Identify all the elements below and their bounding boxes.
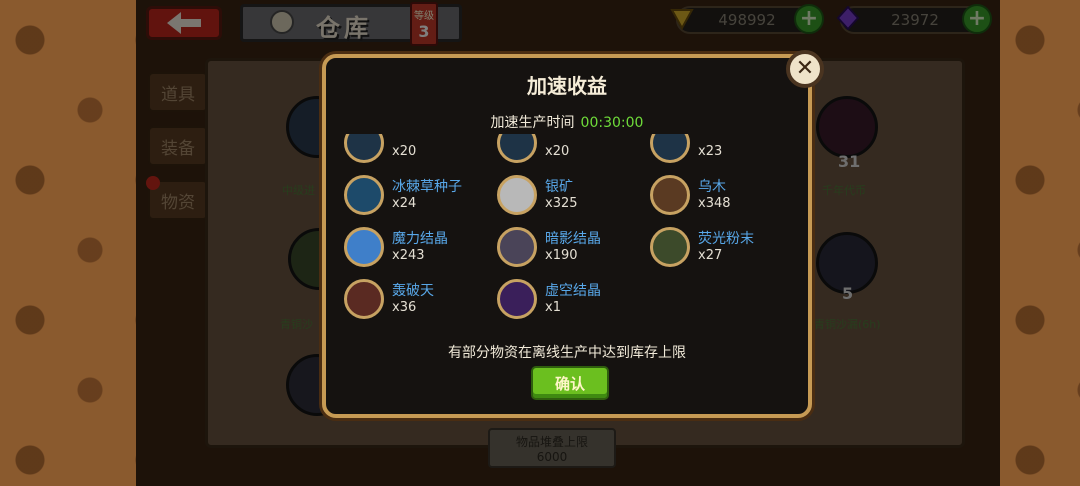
resource-name: 魔力结晶 [392,231,448,247]
resource-qty: x27 [698,248,723,263]
right-decorative-panel [1000,0,1080,486]
resource-name: 荧光粉末 [698,231,754,247]
cannon-icon [344,279,384,319]
resource-item: x20 [489,134,639,166]
seed-icon [344,175,384,215]
resource-qty: x36 [392,300,417,315]
resource-qty: x325 [545,196,578,211]
resource-name: 轰破天 [392,283,434,299]
resource-qty: x348 [698,196,731,211]
resource-name: 暗影结晶 [545,231,601,247]
resource-item: 银矿 x325 [489,172,639,218]
resource-qty: x24 [392,196,417,211]
dialog-title: 加速收益 [527,74,607,98]
resource-qty: x23 [698,144,723,159]
resource-qty: x190 [545,248,578,263]
resource-item: 荧光粉末 x27 [642,224,792,270]
resource-qty: x243 [392,248,425,263]
resource-icon [497,134,537,163]
resource-qty: x20 [545,144,570,159]
time-row: 加速生产时间 00:30:00 [326,112,808,132]
glow-powder-icon [650,227,690,267]
shadow-crystal-icon [497,227,537,267]
ebony-wood-icon [650,175,690,215]
left-decorative-panel [0,0,136,486]
close-icon: ✕ [795,56,815,81]
resource-name: 冰棘草种子 [392,179,462,195]
void-crystal-icon [497,279,537,319]
resource-item: 乌木 x348 [642,172,792,218]
resource-item: 魔力结晶 x243 [336,224,486,270]
resource-item: 冰棘草种子 x24 [336,172,486,218]
resource-item: 轰破天 x36 [336,276,486,322]
resource-icon [344,134,384,163]
resource-list[interactable]: x20 x20 x23 冰棘草种子 x24 银矿 x325 乌木 x348 魔力… [336,134,806,332]
resource-item: x20 [336,134,486,166]
close-button[interactable]: ✕ [786,50,824,88]
magic-crystal-icon [344,227,384,267]
capacity-note: 有部分物资在离线生产中达到库存上限 [448,345,686,361]
resource-item: 虚空结晶 x1 [489,276,639,322]
confirm-button[interactable]: 确认 [531,366,609,400]
resource-name: 乌木 [698,179,726,195]
time-value: 00:30:00 [580,115,644,131]
silver-ore-icon [497,175,537,215]
resource-name: 银矿 [545,179,573,195]
time-label: 加速生产时间 [490,115,575,131]
resource-qty: x1 [545,300,561,315]
resource-name: 虚空结晶 [545,283,601,299]
resource-qty: x20 [392,144,417,159]
resource-item: 暗影结晶 x190 [489,224,639,270]
resource-item: x23 [642,134,792,166]
resource-icon [650,134,690,163]
speedup-dialog: 加速收益 加速生产时间 00:30:00 x20 x20 x23 冰棘草种子 x2… [322,54,812,418]
